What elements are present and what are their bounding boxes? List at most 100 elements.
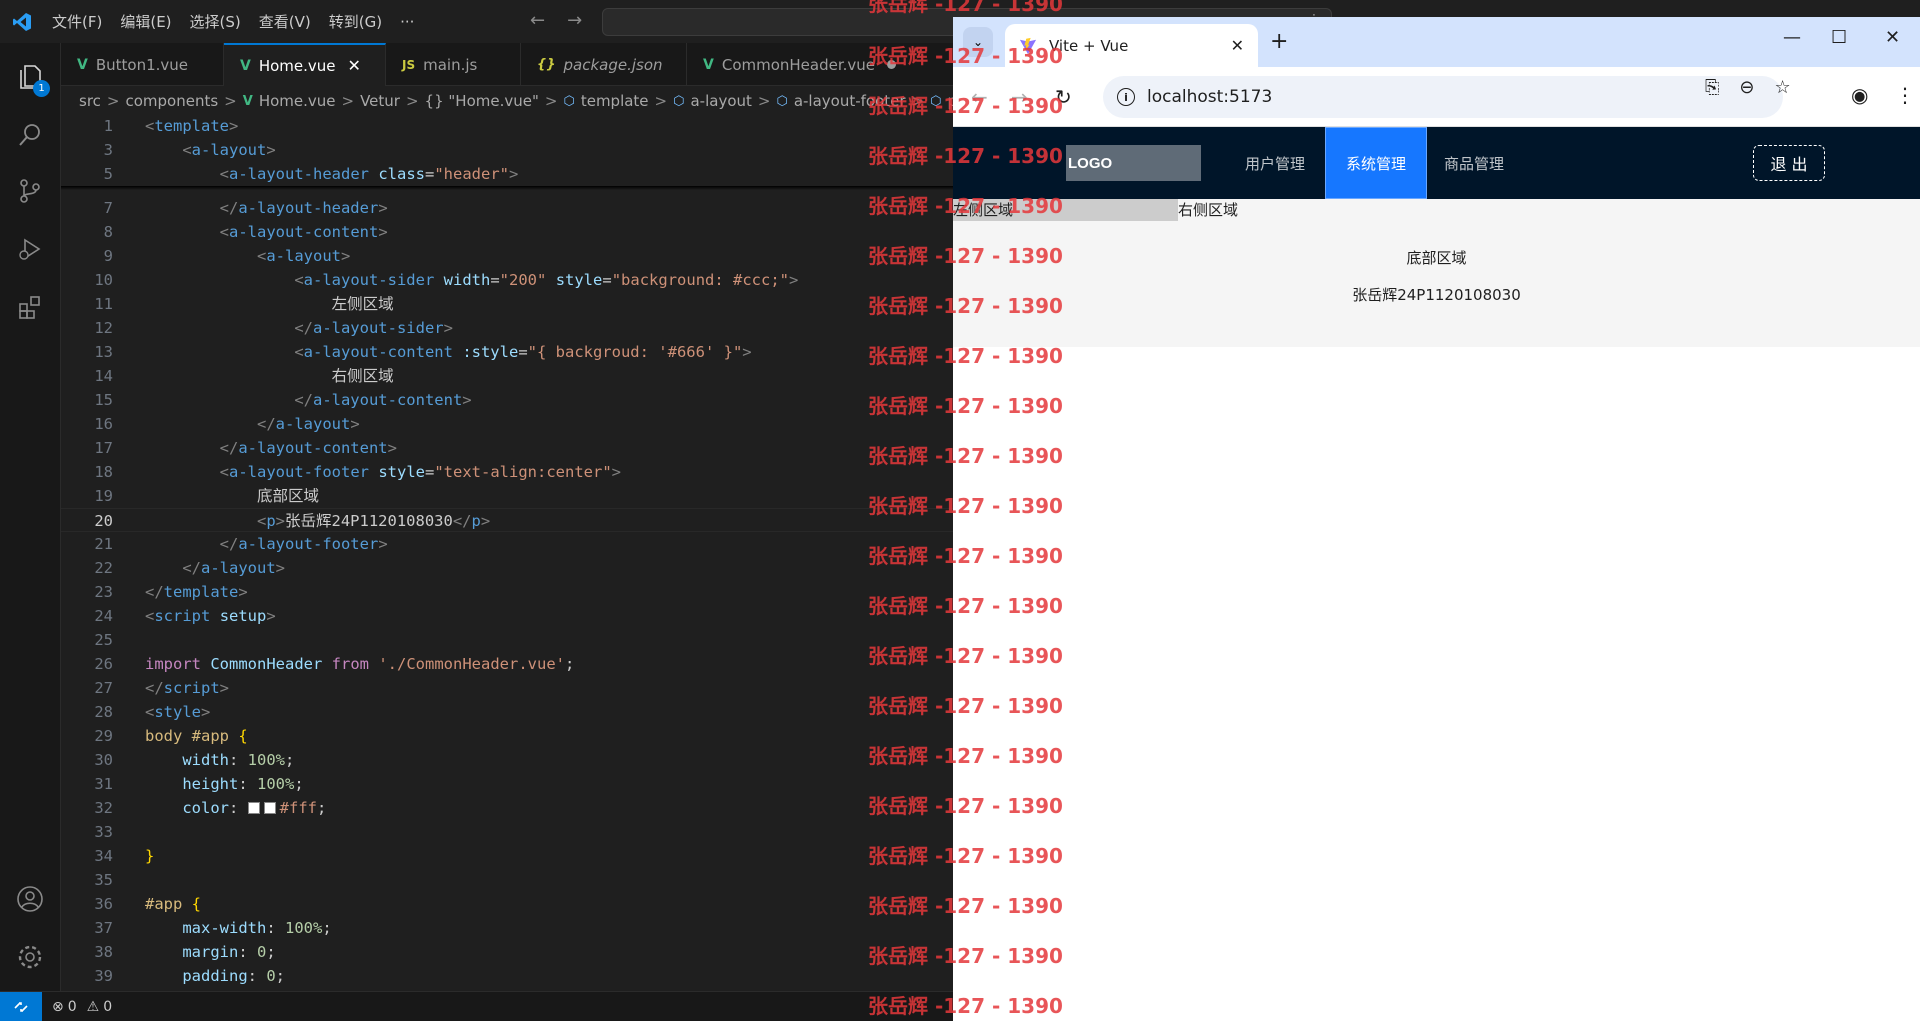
modified-dot-icon[interactable] <box>887 60 897 69</box>
code-line: 5 <a-layout-header class="header"> <box>61 162 953 186</box>
tab-main-js[interactable]: JS main.js <box>386 43 521 86</box>
vscode-logo-icon <box>0 0 44 43</box>
color-swatch-icon[interactable] <box>263 802 276 814</box>
run-debug-icon[interactable] <box>14 233 46 265</box>
forward-arrow-icon[interactable]: → <box>567 10 582 31</box>
breadcrumb-components[interactable]: components <box>125 92 218 110</box>
back-arrow-icon[interactable]: ← <box>530 10 545 31</box>
breadcrumb-vetur[interactable]: Vetur <box>360 92 400 110</box>
url-text: localhost:5173 <box>1147 87 1273 107</box>
code-line: 28 <style> <box>94 703 211 721</box>
status-bar: ⊗ 0 ⚠ 0 <box>0 991 953 1021</box>
editor-tabs: V Button1.vue V Home.vue ✕ JS main.js {} pack… <box>61 43 953 86</box>
browser-window: ⌄ Vite + Vue ✕ + — ☐ ✕ ← → ↻ i localhost… <box>953 17 1920 1021</box>
browser-toolbar: ← → ↻ i localhost:5173 ⎘ ⊖ ☆ ◉ ⋮ <box>953 67 1920 127</box>
new-tab-plus-icon[interactable]: + <box>1270 29 1288 54</box>
menu-system-management[interactable]: 系统管理 <box>1325 127 1428 199</box>
element-icon: ⬡ <box>563 93 575 109</box>
json-file-icon: {} <box>537 57 556 72</box>
menu-bar: 文件(F) 编辑(E) 选择(S) 查看(V) 转到(G) ··· <box>44 7 422 36</box>
menu-more[interactable]: ··· <box>392 9 422 35</box>
footer-title: 底部区域 <box>1406 249 1467 267</box>
code-line: 27 </script> <box>94 679 230 697</box>
breadcrumb-src[interactable]: src <box>79 92 101 110</box>
tab-search-chevron-down-icon[interactable]: ⌄ <box>963 27 993 57</box>
code-line: 31 height: 100%; <box>94 775 304 793</box>
code-line: 16 </a-layout> <box>94 415 360 433</box>
minimize-icon[interactable]: — <box>1783 27 1801 48</box>
breadcrumb-home-vue[interactable]: Home.vue <box>259 92 336 110</box>
forward-arrow-icon[interactable]: → <box>1011 85 1028 109</box>
code-line: 38 margin: 0; <box>94 943 276 961</box>
bookmark-star-icon[interactable]: ☆ <box>1775 77 1791 98</box>
breadcrumb-a-layout[interactable]: a-layout <box>690 92 751 110</box>
code-line: 34} <box>94 847 155 865</box>
zoom-icon[interactable]: ⊖ <box>1739 77 1754 98</box>
app-header: LOGO 用户管理 系统管理 商品管理 退 出 <box>953 127 1920 199</box>
account-icon[interactable] <box>14 883 46 915</box>
code-line: 21 </a-layout-footer> <box>94 535 388 553</box>
close-tab-icon[interactable]: ✕ <box>1231 36 1244 55</box>
explorer-icon[interactable]: 1 <box>14 61 50 97</box>
code-line: 8 <a-layout-content> <box>103 223 388 241</box>
omnibox-actions: ⎘ ⊖ ☆ <box>1705 77 1791 98</box>
code-line: 33 <box>94 823 113 841</box>
search-icon[interactable] <box>14 119 46 151</box>
code-line: 22 </a-layout> <box>94 559 285 577</box>
menu-product-management[interactable]: 商品管理 <box>1424 127 1524 199</box>
explorer-badge: 1 <box>33 80 50 97</box>
extensions-icon[interactable] <box>14 291 46 323</box>
problems-indicator[interactable]: ⊗ 0 ⚠ 0 <box>52 999 112 1015</box>
reload-icon[interactable]: ↻ <box>1055 85 1072 109</box>
code-line: 25 <box>94 631 113 649</box>
element-icon: ⬡ <box>776 93 788 109</box>
more-menu-icon[interactable]: ⋮ <box>1895 83 1915 107</box>
code-line: 37 max-width: 100%; <box>94 919 332 937</box>
code-line: 36 #app { <box>94 895 202 913</box>
code-line: 24 <script setup> <box>94 607 276 625</box>
code-line: 12 </a-layout-sider> <box>94 319 453 337</box>
activity-bar: 1 <box>0 43 61 991</box>
settings-gear-icon[interactable] <box>14 941 46 973</box>
logout-button[interactable]: 退 出 <box>1753 145 1825 181</box>
menu-file[interactable]: 文件(F) <box>44 7 110 36</box>
browser-tab[interactable]: Vite + Vue ✕ <box>1005 24 1258 67</box>
code-editor[interactable]: 1 <template> 3 <a-layout> 5 <a-layout-hea… <box>61 114 953 991</box>
menu-view[interactable]: 查看(V) <box>251 7 319 36</box>
tab-button1-vue[interactable]: V Button1.vue <box>61 43 224 86</box>
code-line: 14 右侧区域 <box>94 367 394 385</box>
back-arrow-icon[interactable]: ← <box>971 85 988 109</box>
menu-user-management[interactable]: 用户管理 <box>1225 127 1325 199</box>
browser-tab-title: Vite + Vue <box>1049 36 1129 55</box>
code-line-current: 20 <p>张岳辉24P1120108030</p> <box>61 508 953 532</box>
tab-commonheader-vue[interactable]: V CommonHeader.vue <box>687 43 953 86</box>
breadcrumb: src > components > V Home.vue > Vetur > {} "H… <box>61 88 953 114</box>
breadcrumb-a-layout-footer[interactable]: a-layout-footer <box>794 92 906 110</box>
vue-file-icon: V <box>77 56 88 73</box>
vite-favicon-icon <box>1019 37 1037 54</box>
menu-go[interactable]: 转到(G) <box>321 7 390 36</box>
sticky-scroll-shadow <box>61 186 953 190</box>
source-control-icon[interactable] <box>14 175 46 207</box>
menu-edit[interactable]: 编辑(E) <box>112 7 179 36</box>
remote-icon[interactable] <box>0 991 42 1021</box>
code-line: 39 padding: 0; <box>94 967 286 985</box>
maximize-icon[interactable]: ☐ <box>1831 27 1847 48</box>
profile-icon[interactable]: ◉ <box>1851 83 1868 107</box>
close-window-icon[interactable]: ✕ <box>1885 27 1900 48</box>
code-line: 32 color: #fff; <box>94 799 327 817</box>
breadcrumb-template[interactable]: template <box>581 92 649 110</box>
tab-package-json[interactable]: {} package.json <box>521 43 687 86</box>
menu-selection[interactable]: 选择(S) <box>182 7 249 36</box>
code-line: 30 width: 100%; <box>94 751 295 769</box>
color-swatch-icon[interactable] <box>247 802 260 814</box>
site-info-icon[interactable]: i <box>1117 88 1135 106</box>
close-tab-icon[interactable]: ✕ <box>348 56 361 75</box>
address-bar[interactable]: i localhost:5173 <box>1103 76 1783 118</box>
translate-icon[interactable]: ⎘ <box>1705 77 1719 98</box>
breadcrumb-module[interactable]: {} "Home.vue" <box>425 92 539 110</box>
element-icon: ⬡ <box>930 93 942 109</box>
tab-home-vue[interactable]: V Home.vue ✕ <box>224 43 386 86</box>
error-icon: ⊗ <box>52 998 64 1015</box>
title-bar: 文件(F) 编辑(E) 选择(S) 查看(V) 转到(G) ··· ← → ⌕ … <box>0 0 1332 43</box>
